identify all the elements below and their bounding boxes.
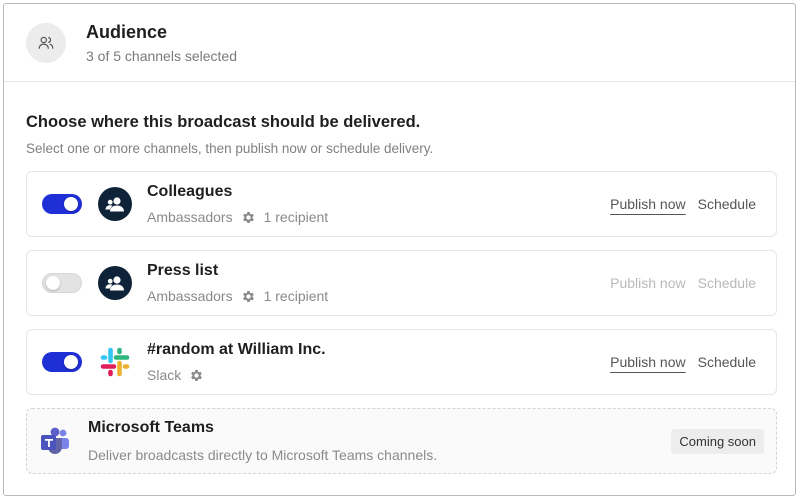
channel-group: Slack (147, 367, 182, 383)
audience-panel: Audience 3 of 5 channels selected Choose… (3, 3, 796, 496)
toggle-knob (64, 355, 78, 369)
channel-name: Microsoft Teams (88, 419, 214, 436)
users-icon (26, 22, 66, 63)
gear-icon[interactable] (189, 368, 204, 383)
channel-name: #random at William Inc. (147, 341, 326, 358)
publish-now-link[interactable]: Publish now (610, 354, 686, 370)
page-title: Audience (86, 21, 168, 42)
channel-toggle[interactable] (42, 352, 82, 372)
channel-card-slack-random: #random at William Inc. Slack Publish no… (26, 329, 777, 395)
channel-toggle[interactable] (42, 194, 82, 214)
publish-now-link[interactable]: Publish now (610, 196, 686, 212)
user-group-icon (98, 187, 132, 221)
toggle-knob (64, 197, 78, 211)
gear-icon[interactable] (241, 289, 256, 304)
schedule-link[interactable]: Schedule (698, 275, 756, 291)
channel-name: Colleagues (147, 183, 233, 200)
microsoft-teams-icon (38, 424, 72, 458)
gear-icon[interactable] (241, 210, 256, 225)
channel-card-colleagues: Colleagues Ambassadors 1 recipient Publi… (26, 171, 777, 237)
channel-group: Ambassadors (147, 288, 233, 304)
schedule-link[interactable]: Schedule (698, 354, 756, 370)
publish-now-link[interactable]: Publish now (610, 275, 686, 291)
user-group-icon (98, 266, 132, 300)
selection-count: 3 of 5 channels selected (86, 47, 237, 64)
channel-name: Press list (147, 262, 219, 279)
channel-list: Colleagues Ambassadors 1 recipient Publi… (26, 171, 777, 474)
section-heading: Choose where this broadcast should be de… (26, 113, 421, 131)
recipient-count: 1 recipient (263, 288, 329, 304)
section-description: Select one or more channels, then publis… (26, 141, 434, 156)
channel-card-press-list: Press list Ambassadors 1 recipient Publi… (26, 250, 777, 316)
schedule-link[interactable]: Schedule (698, 196, 756, 212)
panel-header: Audience 3 of 5 channels selected (4, 4, 795, 82)
coming-soon-badge: Coming soon (671, 428, 764, 454)
slack-icon (98, 345, 132, 379)
recipient-count: 1 recipient (263, 209, 329, 225)
channel-group: Ambassadors (147, 209, 233, 225)
channel-toggle[interactable] (42, 273, 82, 293)
channel-description: Deliver broadcasts directly to Microsoft… (88, 447, 438, 463)
toggle-knob (46, 276, 60, 290)
intro-section: Choose where this broadcast should be de… (4, 82, 795, 158)
channel-card-microsoft-teams: Microsoft Teams Deliver broadcasts direc… (26, 408, 777, 474)
